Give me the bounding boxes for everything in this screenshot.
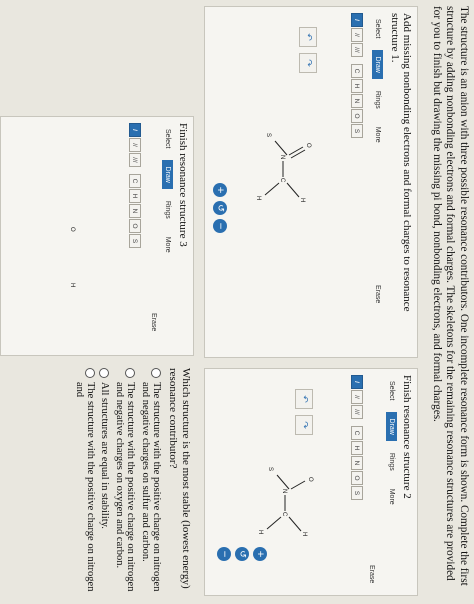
zoom-out-icon[interactable]: − (213, 219, 227, 233)
tab-more[interactable]: More (386, 483, 397, 511)
atom-c: C (279, 178, 285, 183)
atom-o: O (307, 477, 313, 482)
triple-bond-tool[interactable]: /// (129, 153, 141, 167)
atom-c-tool[interactable]: C (351, 64, 363, 78)
atom-o: O (305, 143, 311, 148)
atom-h-tool[interactable]: H (351, 79, 363, 93)
molecule-structure-3[interactable]: O H (11, 197, 81, 307)
panel-1-tabs: Select Draw Rings More (372, 13, 383, 155)
atom-h-top: H (301, 532, 307, 536)
double-bond-tool[interactable]: // (351, 390, 363, 404)
atom-o-tool[interactable]: O (351, 471, 363, 485)
erase-button[interactable]: Erase (150, 313, 157, 331)
answer-option[interactable]: The structure with the positive charge o… (114, 368, 136, 596)
tab-select[interactable]: Select (386, 375, 397, 406)
panel-structure-2: Finish resonance structure 2 Select Draw… (204, 368, 418, 596)
atom-n: N (279, 155, 285, 159)
panel-3-title: Finish resonance structure 3 (177, 123, 189, 247)
tab-more[interactable]: More (372, 121, 383, 149)
atom-o-tool[interactable]: O (129, 219, 141, 233)
tab-select[interactable]: Select (162, 123, 173, 154)
redo-icon[interactable]: ↷ (295, 415, 313, 435)
triple-bond-tool[interactable]: /// (351, 43, 363, 57)
panel-1-zoom: + ↺ − (213, 183, 227, 233)
atom-h-bottom: H (255, 196, 261, 200)
rotated-screen: The structure is an anion with three pos… (0, 0, 474, 604)
atom-c: C (281, 512, 287, 517)
option-label: The structure with the positive charge o… (74, 382, 96, 592)
atom-n: N (281, 489, 287, 493)
atom-c-tool[interactable]: C (129, 174, 141, 188)
double-bond-tool[interactable]: // (351, 28, 363, 42)
atom-s: S (267, 467, 273, 471)
erase-button[interactable]: Erase (368, 565, 375, 583)
triple-bond-tool[interactable]: /// (351, 405, 363, 419)
single-bond-tool[interactable]: / (351, 13, 363, 27)
panel-1-history: ↶ ↷ (299, 27, 317, 73)
tab-draw[interactable]: Draw (386, 412, 397, 441)
atom-h: H (69, 283, 75, 287)
tab-draw[interactable]: Draw (372, 50, 383, 79)
reset-view-icon[interactable]: ↺ (235, 547, 249, 561)
instructions-text: The structure is an anion with three pos… (431, 6, 470, 586)
zoom-in-icon[interactable]: + (253, 547, 267, 561)
atom-c-tool[interactable]: C (351, 426, 363, 440)
atom-s: S (265, 133, 271, 137)
atom-h-top: H (299, 198, 305, 202)
answer-option[interactable]: All structures are equal in stability. (99, 368, 110, 596)
atom-s-tool[interactable]: S (351, 486, 363, 500)
panel-2-tools: / // /// C H N O S (351, 375, 363, 501)
panel-2-history: ↶ ↷ (295, 389, 313, 435)
panel-2-tabs: Select Draw Rings More (386, 375, 397, 517)
redo-icon[interactable]: ↷ (299, 53, 317, 73)
option-label: The structure with the positive charge o… (140, 382, 162, 592)
answer-option[interactable]: The structure with the positive charge o… (74, 368, 96, 596)
panel-3-tools: / // /// C H N O S (129, 123, 141, 249)
panel-1-title: Add missing nonbonding electrons and for… (389, 13, 413, 312)
atom-h-tool[interactable]: H (129, 189, 141, 203)
tab-draw[interactable]: Draw (162, 160, 173, 189)
erase-button[interactable]: Erase (374, 285, 381, 303)
atom-s-tool[interactable]: S (129, 234, 141, 248)
option-label: All structures are equal in stability. (99, 382, 110, 529)
zoom-out-icon[interactable]: − (217, 547, 231, 561)
atom-h-tool[interactable]: H (351, 441, 363, 455)
atom-s-tool[interactable]: S (351, 124, 363, 138)
atom-o-tool[interactable]: O (351, 109, 363, 123)
undo-icon[interactable]: ↶ (295, 389, 313, 409)
panel-3-tabs: Select Draw Rings More (162, 123, 173, 265)
reset-view-icon[interactable]: ↺ (213, 201, 227, 215)
tab-select[interactable]: Select (372, 13, 383, 44)
atom-n-tool[interactable]: N (129, 204, 141, 218)
panel-2-title: Finish resonance structure 2 (401, 375, 413, 499)
panel-1-tools: / // /// C H N O S (351, 13, 363, 139)
undo-icon[interactable]: ↶ (299, 27, 317, 47)
panel-structure-3: Finish resonance structure 3 Select Draw… (0, 116, 194, 356)
radio-icon[interactable] (85, 368, 95, 378)
radio-icon[interactable] (151, 368, 161, 378)
molecule-structure-1[interactable]: O N C S H H (237, 117, 317, 237)
zoom-in-icon[interactable]: + (213, 183, 227, 197)
atom-h-bottom: H (257, 530, 263, 534)
single-bond-tool[interactable]: / (129, 123, 141, 137)
radio-icon[interactable] (99, 368, 109, 378)
double-bond-tool[interactable]: // (129, 138, 141, 152)
option-label: The structure with the positive charge o… (114, 382, 136, 592)
panel-2-zoom: + ↺ − (217, 547, 267, 561)
panel-structure-1: Add missing nonbonding electrons and for… (204, 6, 418, 358)
tab-more[interactable]: More (162, 231, 173, 259)
atom-n-tool[interactable]: N (351, 94, 363, 108)
molecule-structure-2[interactable]: O N C S H H (241, 449, 321, 559)
stability-question: Which structure is the most stable (lowe… (167, 368, 192, 589)
atom-n-tool[interactable]: N (351, 456, 363, 470)
answer-option[interactable]: The structure with the positive charge o… (140, 368, 162, 596)
radio-icon[interactable] (125, 368, 135, 378)
single-bond-tool[interactable]: / (351, 375, 363, 389)
tab-rings[interactable]: Rings (162, 195, 173, 225)
tab-rings[interactable]: Rings (386, 447, 397, 477)
atom-o: O (69, 227, 75, 232)
tab-rings[interactable]: Rings (372, 85, 383, 115)
